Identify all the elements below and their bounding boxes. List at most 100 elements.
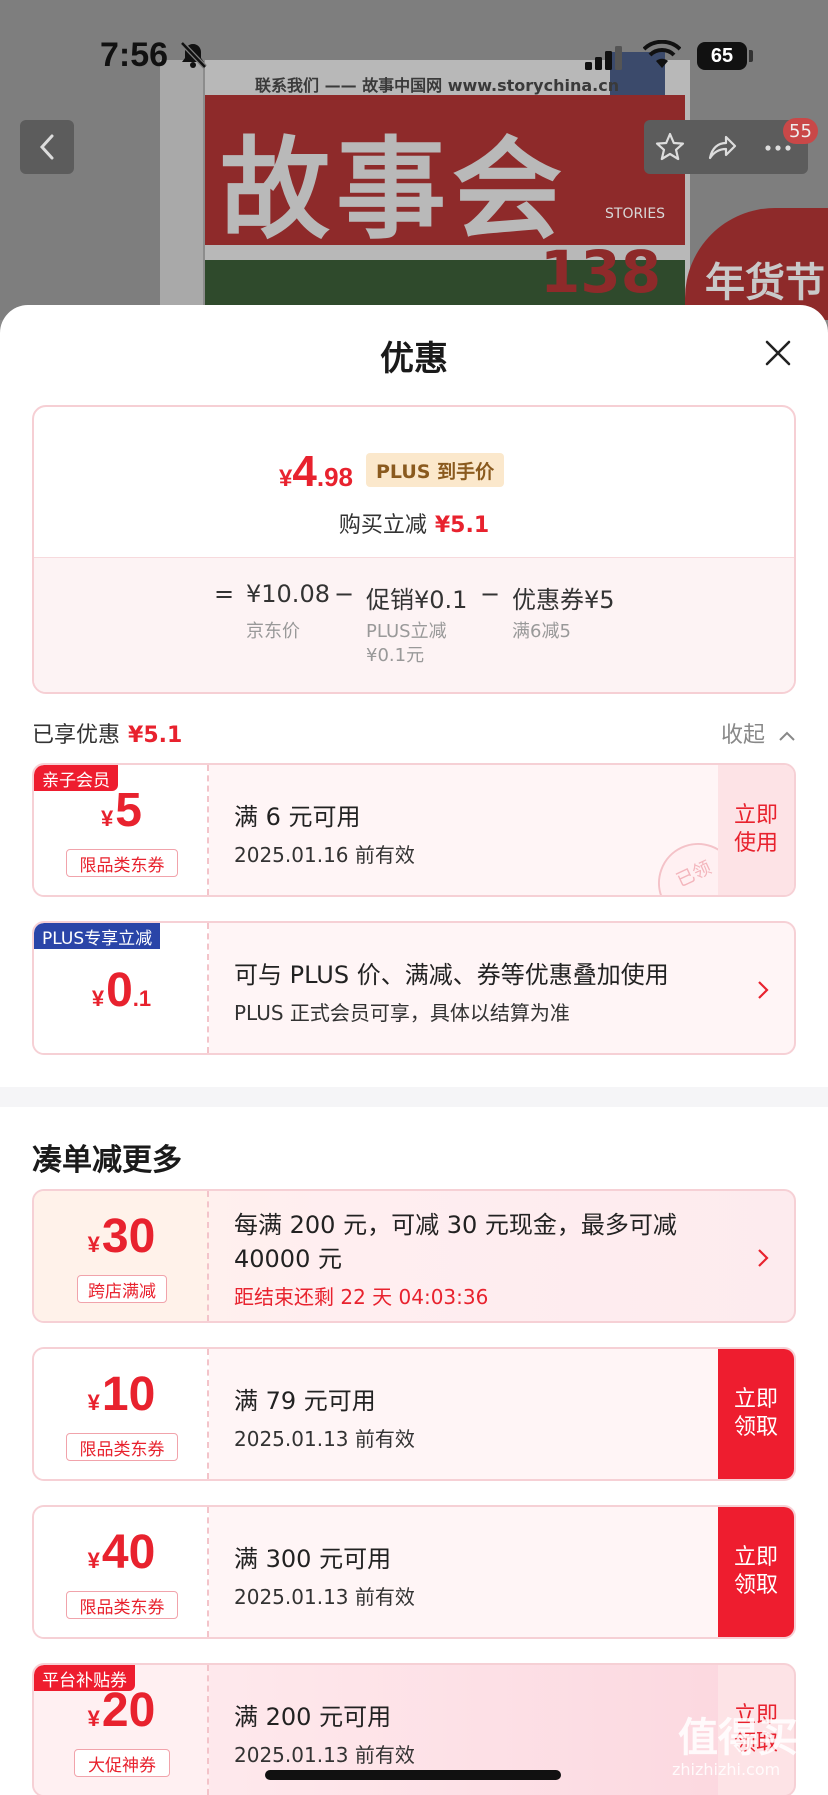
- coupon-amount: ¥20: [34, 1683, 209, 1738]
- battery-tip: [749, 50, 753, 62]
- jd-price-label: 京东价: [246, 621, 300, 642]
- plus-price-tag: PLUS 到手价: [366, 453, 505, 487]
- buy-reduce-value: ¥5.1: [434, 513, 490, 538]
- notification-badge: 55: [783, 118, 818, 144]
- claim-now-button[interactable]: 立即领取: [718, 1507, 794, 1637]
- coupon-currency: ¥: [87, 1390, 100, 1415]
- buy-reduce-line: 购买立减 ¥5.1: [34, 507, 794, 539]
- final-price-currency: ¥: [279, 465, 293, 492]
- enjoyed-discount: 已享优惠 ¥5.1: [32, 717, 182, 749]
- wifi-icon: [643, 40, 681, 68]
- share-icon[interactable]: [706, 131, 738, 163]
- coupon-amount: ¥10: [34, 1367, 209, 1422]
- formula-minus-2: −: [480, 580, 501, 608]
- coupon-amount: ¥40: [34, 1525, 209, 1580]
- cover-issue-number: 138: [540, 238, 662, 306]
- coupon-value: 10: [101, 1368, 156, 1421]
- formula-minus-1: −: [334, 580, 355, 608]
- coupon-condition: 满 79 元可用: [234, 1387, 376, 1415]
- coupon-card-10: ¥10 限品类东券 满 79 元可用 2025.01.13 前有效 立即领取: [32, 1347, 796, 1481]
- coupon-kind-badge: 大促神券: [74, 1749, 170, 1777]
- star-icon[interactable]: [654, 131, 686, 163]
- buy-reduce-label: 购买立减: [338, 513, 427, 538]
- price-summary-card: ¥4.98 PLUS 到手价 购买立减 ¥5.1 = ¥10.08 京东价 − 促…: [32, 405, 796, 694]
- coupon-expiry: 2025.01.13 前有效: [234, 1427, 415, 1451]
- coupon-currency: ¥: [87, 1232, 100, 1257]
- promo-sub-label: PLUS立减: [366, 621, 447, 642]
- watermark-url: zhizhizhi.com: [672, 1760, 781, 1779]
- coupon-expiry: 2025.01.16 前有效: [234, 843, 415, 867]
- final-price: ¥4.98: [279, 447, 353, 497]
- coupon-amount: ¥30: [34, 1209, 209, 1264]
- status-time: 7:56: [100, 36, 169, 74]
- coupon-value: 30: [101, 1210, 156, 1263]
- final-price-integer: 4: [292, 447, 317, 496]
- coupon-countdown: 距结束还剩 22 天 04:03:36: [234, 1285, 489, 1309]
- coupon-condition-line2: 40000 元: [234, 1245, 342, 1273]
- coupon-condition-line1: 每满 200 元，可减 30 元现金，最多可减: [234, 1211, 677, 1239]
- coupon-kind-badge: 跨店满减: [77, 1275, 167, 1303]
- coupon-kind-badge: 限品类东券: [66, 1591, 178, 1619]
- home-indicator[interactable]: [265, 1770, 561, 1780]
- cover-festival-text: 年货节: [705, 259, 825, 306]
- enjoyed-value: ¥5.1: [128, 723, 183, 748]
- coupon-tag: PLUS专享立减: [34, 923, 161, 949]
- price-formula: = ¥10.08 京东价 − 促销¥0.1 PLUS立减 ¥0.1元 − 优惠券…: [34, 557, 794, 692]
- cover-title: 故事会: [220, 125, 568, 254]
- coupon-currency: ¥: [87, 1706, 100, 1731]
- coupon-currency: ¥: [91, 986, 105, 1011]
- back-button[interactable]: [20, 120, 74, 174]
- coupon-amount: ¥5: [34, 783, 209, 838]
- watermark-logo: 值得买: [678, 1715, 798, 1761]
- collapse-label: 收起: [720, 723, 765, 748]
- final-price-decimal: .98: [316, 462, 353, 492]
- coupon-expiry: 2025.01.13 前有效: [234, 1585, 415, 1609]
- discount-sheet: 优惠 ¥4.98 PLUS 到手价 购买立减 ¥5.1 = ¥10.08 京东价 …: [0, 305, 828, 1795]
- chevron-left-icon: [39, 134, 54, 160]
- coupon-note: PLUS 正式会员可享，具体以结算为准: [234, 1001, 570, 1025]
- sheet-title: 优惠: [380, 339, 448, 379]
- coupon-amount: 优惠券¥5: [512, 586, 615, 614]
- coupon-value: 40: [101, 1526, 156, 1579]
- chevron-up-icon: [779, 731, 795, 741]
- coupon-condition: 满 6 元可用: [234, 803, 361, 831]
- jd-price: ¥10.08: [246, 580, 330, 608]
- chevron-right-icon: [758, 981, 769, 999]
- enjoyed-discount-row: 已享优惠 ¥5.1 收起: [32, 715, 796, 749]
- battery-indicator: 65: [697, 42, 747, 70]
- status-bar: 7:56 65: [0, 0, 828, 110]
- bell-off-icon: [180, 41, 207, 69]
- coupon-amount: ¥0.1: [34, 963, 209, 1018]
- section-divider: [0, 1087, 828, 1107]
- coupon-sub-label: 满6减5: [512, 621, 571, 642]
- claim-now-button[interactable]: 立即领取: [718, 1349, 794, 1479]
- signal-icon: [585, 46, 622, 70]
- cover-stories-text: STORIES: [605, 206, 666, 222]
- coupon-tag: 平台补贴券: [34, 1665, 135, 1691]
- coupon-description: 可与 PLUS 价、满减、券等优惠叠加使用: [234, 961, 669, 989]
- coupon-decimal: .1: [132, 986, 152, 1011]
- coupon-currency: ¥: [101, 806, 114, 831]
- coupon-currency: ¥: [87, 1548, 100, 1573]
- use-now-button[interactable]: 立即使用: [718, 765, 794, 895]
- coupon-card-cross-store[interactable]: ¥30 跨店满减 每满 200 元，可减 30 元现金，最多可减 40000 元…: [32, 1189, 796, 1323]
- enjoyed-label: 已享优惠: [32, 723, 121, 748]
- coupon-condition: 满 200 元可用: [234, 1703, 392, 1731]
- close-icon[interactable]: [762, 337, 794, 369]
- coupon-kind-badge: 限品类东券: [66, 1433, 178, 1461]
- more-section-title: 凑单减更多: [32, 1143, 182, 1178]
- promo-sub-value: ¥0.1元: [366, 645, 425, 666]
- coupon-value: 0: [106, 964, 133, 1017]
- coupon-card-plus[interactable]: ¥0.1 PLUS专享立减 可与 PLUS 价、满减、券等优惠叠加使用 PLUS…: [32, 921, 796, 1055]
- collapse-toggle[interactable]: 收起: [721, 717, 796, 749]
- coupon-kind-badge: 限品类东券: [66, 849, 178, 877]
- chevron-right-icon: [758, 1249, 769, 1267]
- coupon-condition: 满 300 元可用: [234, 1545, 392, 1573]
- coupon-tag: 亲子会员: [34, 765, 118, 791]
- coupon-value: 20: [101, 1684, 156, 1737]
- coupon-card-member: ¥5 限品类东券 亲子会员 满 6 元可用 2025.01.16 前有效 已领 …: [32, 763, 796, 897]
- coupon-value: 5: [115, 784, 142, 837]
- formula-equals: =: [214, 580, 235, 608]
- coupon-card-40: ¥40 限品类东券 满 300 元可用 2025.01.13 前有效 立即领取: [32, 1505, 796, 1639]
- coupon-expiry: 2025.01.13 前有效: [234, 1743, 415, 1767]
